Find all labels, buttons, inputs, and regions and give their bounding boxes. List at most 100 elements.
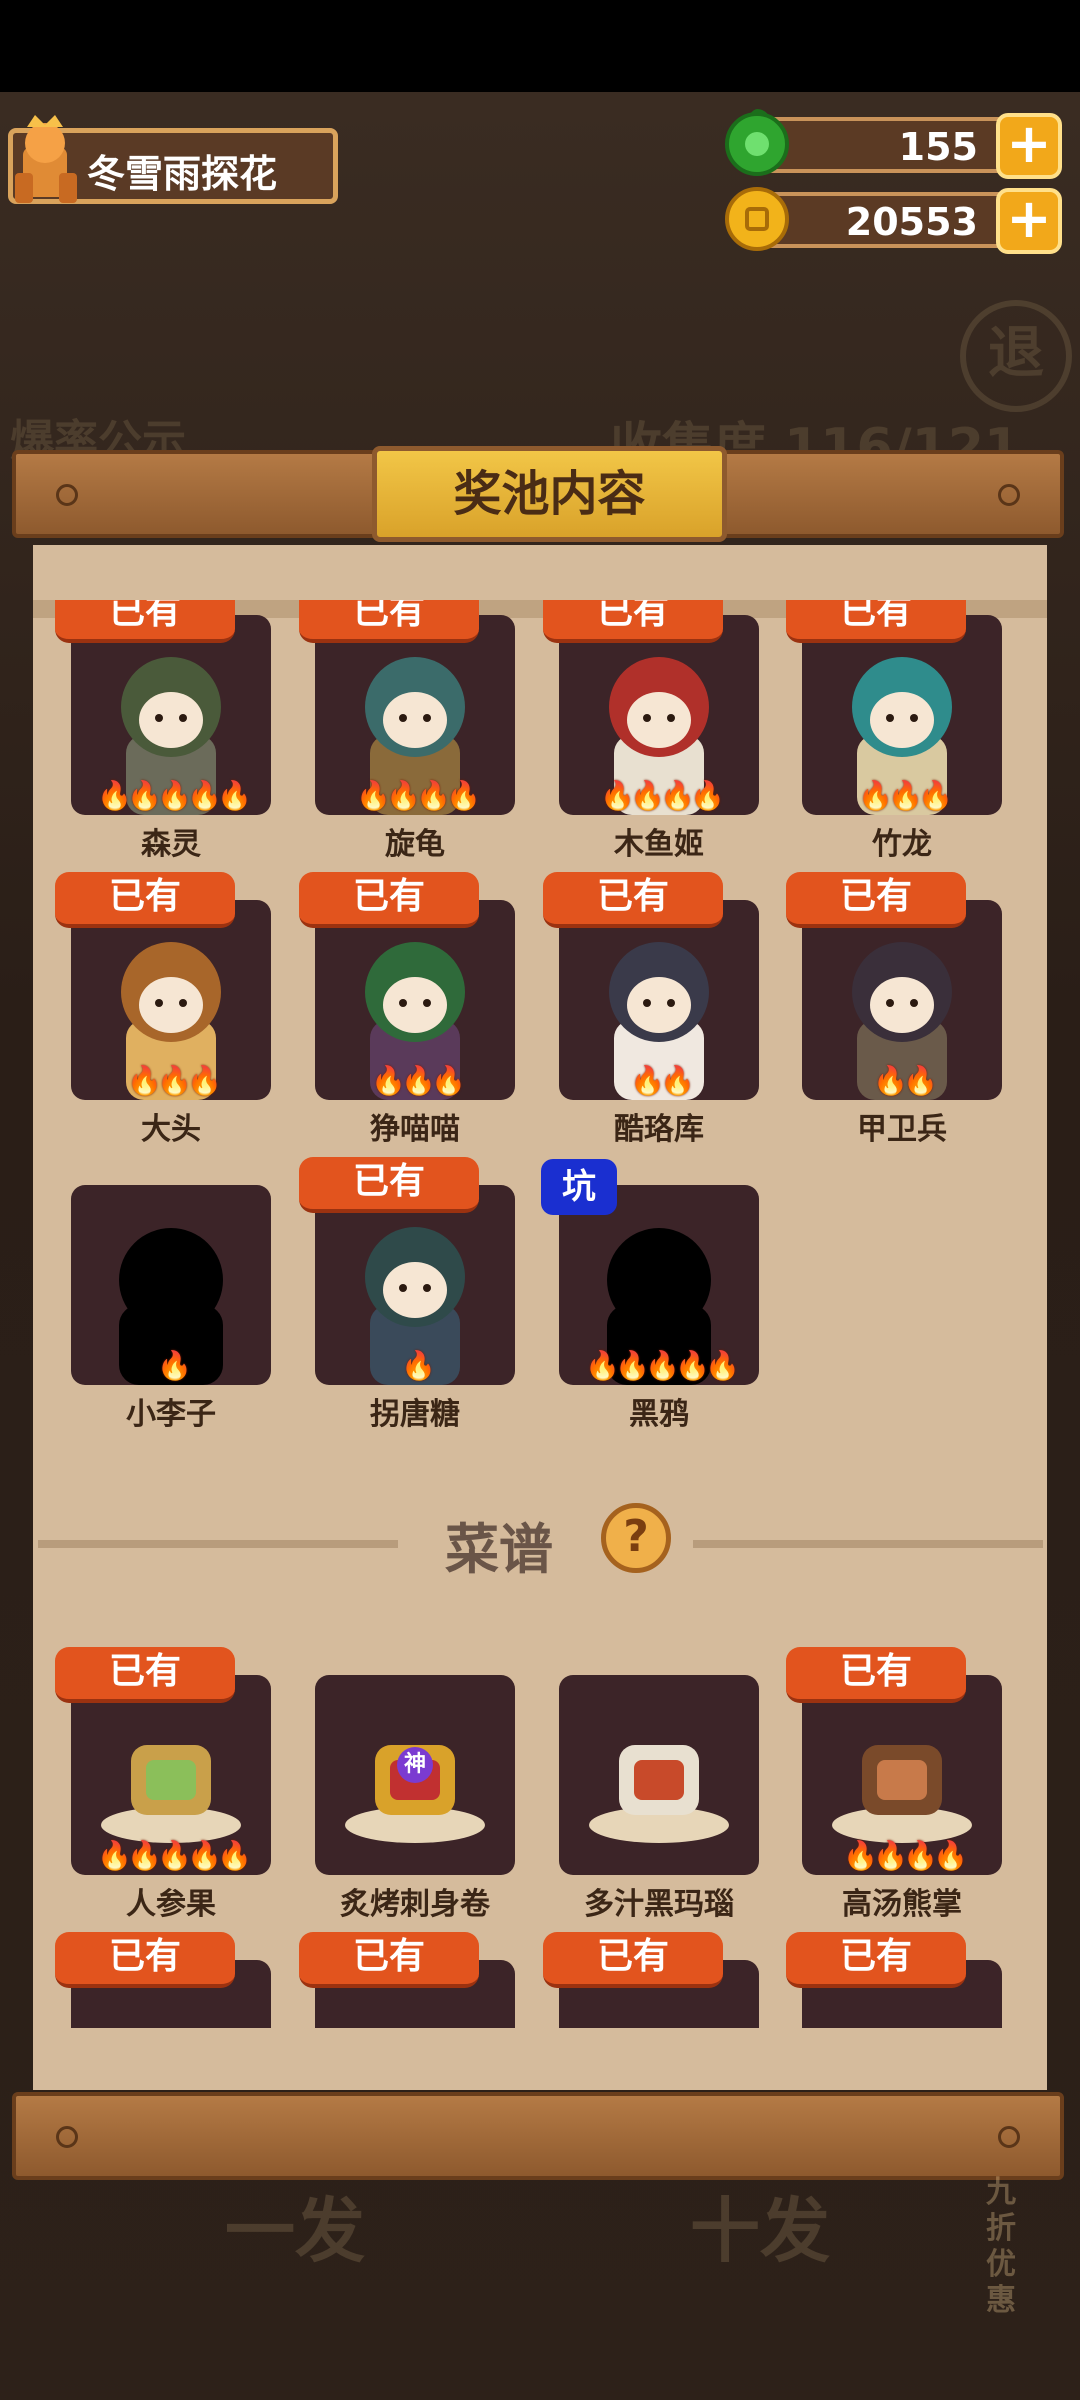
recipe-name: 炙烤刺身卷 xyxy=(340,1887,490,1922)
flame-icon: 🔥 xyxy=(97,779,132,812)
character-portrait: 🔥 xyxy=(71,1185,271,1385)
owned-tag: 已有 xyxy=(299,872,479,928)
gold-coin-icon xyxy=(725,187,789,251)
character-portrait: 🔥🔥🔥🔥🔥 xyxy=(71,615,271,815)
flame-icon: 🔥 xyxy=(416,779,451,812)
nail-icon xyxy=(998,2126,1020,2148)
flame-rating: 🔥🔥🔥🔥🔥 xyxy=(71,1841,271,1871)
flame-rating: 🔥 xyxy=(71,1351,271,1381)
character-portrait: 🔥🔥🔥🔥 xyxy=(315,615,515,815)
flame-rating: 🔥🔥🔥🔥 xyxy=(559,781,759,811)
owned-tag: 已有 xyxy=(299,1157,479,1213)
discount-promo: 九折优惠 xyxy=(986,2175,1016,2318)
draw-ten-button[interactable]: 十发 xyxy=(690,2175,830,2276)
owned-tag: 已有 xyxy=(786,600,966,643)
panel-title: 奖池内容 xyxy=(372,446,727,542)
flame-icon: 🔥 xyxy=(217,1839,252,1872)
flame-rating: 🔥 xyxy=(315,1351,515,1381)
green-jade-icon xyxy=(725,109,789,176)
flame-icon: 🔥 xyxy=(356,779,391,812)
recipes-help-button[interactable]: ? xyxy=(601,1503,671,1573)
flame-icon: 🔥 xyxy=(903,1064,938,1097)
character-portrait: 🔥🔥🔥 xyxy=(802,615,1002,815)
divider-right xyxy=(693,1540,1043,1548)
flame-icon: 🔥 xyxy=(157,1839,192,1872)
jade-counter: 155 + xyxy=(725,109,1062,179)
add-jade-button[interactable]: + xyxy=(996,113,1062,179)
nail-icon xyxy=(56,2126,78,2148)
character-portrait: 🔥🔥 xyxy=(802,900,1002,1100)
flame-icon: 🔥 xyxy=(431,1064,466,1097)
character-name: 狰喵喵 xyxy=(370,1112,460,1147)
flame-icon: 🔥 xyxy=(600,779,635,812)
flame-icon: 🔥 xyxy=(645,1349,680,1382)
prize-list-scroll[interactable]: 🔥🔥🔥🔥🔥 已有 森灵 🔥🔥🔥🔥 已有 旋龟 🔥🔥🔥🔥 已有 木鱼姬 🔥🔥🔥 已有 竹龙 🔥🔥🔥 已有 大头… xyxy=(33,600,1047,2028)
owned-tag: 已有 xyxy=(543,872,723,928)
flame-rating: 🔥🔥🔥 xyxy=(71,1066,271,1096)
character-portrait: 🔥🔥🔥 xyxy=(71,900,271,1100)
owned-tag: 已有 xyxy=(55,1932,235,1988)
flame-icon: 🔥 xyxy=(660,779,695,812)
recipe-name: 高汤熊掌 xyxy=(842,1887,962,1922)
character-name: 竹龙 xyxy=(872,827,932,862)
flame-rating: 🔥🔥🔥🔥 xyxy=(315,781,515,811)
add-coin-button[interactable]: + xyxy=(996,188,1062,254)
divine-badge: 神 xyxy=(397,1747,433,1783)
flame-icon: 🔥 xyxy=(401,1064,436,1097)
jade-value: 155 xyxy=(898,125,978,169)
owned-tag: 已有 xyxy=(786,1932,966,1988)
owned-tag: 已有 xyxy=(786,1647,966,1703)
flame-rating: 🔥🔥 xyxy=(802,1066,1002,1096)
recipes-title: 菜谱 xyxy=(445,1518,553,1581)
flame-icon: 🔥 xyxy=(858,779,893,812)
owned-tag: 已有 xyxy=(299,1932,479,1988)
flame-icon: 🔥 xyxy=(873,1839,908,1872)
character-name: 森灵 xyxy=(141,827,201,862)
recipe-portrait: 🔥🔥🔥🔥🔥 xyxy=(71,1675,271,1875)
character-name: 甲卫兵 xyxy=(857,1112,947,1147)
pit-tag: 坑 xyxy=(541,1159,617,1215)
flame-icon: 🔥 xyxy=(888,779,923,812)
flame-icon: 🔥 xyxy=(371,1064,406,1097)
flame-rating: 🔥🔥🔥🔥🔥 xyxy=(559,1351,759,1381)
divider-left xyxy=(38,1540,398,1548)
character-name: 酷珞库 xyxy=(614,1112,704,1147)
recipe-figure-icon xyxy=(589,1745,729,1843)
flame-icon: 🔥 xyxy=(157,779,192,812)
coin-counter: 20553 + xyxy=(725,187,1062,254)
character-name: 拐唐糖 xyxy=(370,1397,460,1432)
status-bar xyxy=(0,0,1080,92)
flame-rating: 🔥🔥🔥 xyxy=(802,781,1002,811)
flame-icon: 🔥 xyxy=(157,1349,192,1382)
flame-icon: 🔥 xyxy=(705,1349,740,1382)
flame-icon: 🔥 xyxy=(386,779,421,812)
owned-tag: 已有 xyxy=(543,600,723,643)
flame-icon: 🔥 xyxy=(903,1839,938,1872)
character-name: 木鱼姬 xyxy=(614,827,704,862)
coin-value: 20553 xyxy=(845,200,978,244)
flame-icon: 🔥 xyxy=(918,779,953,812)
player-avatar-icon xyxy=(15,115,77,203)
flame-icon: 🔥 xyxy=(127,1064,162,1097)
character-name: 旋龟 xyxy=(385,827,445,862)
character-portrait: 🔥🔥🔥🔥 xyxy=(559,615,759,815)
player-name-badge[interactable]: 冬雪雨探花 xyxy=(8,115,338,204)
draw-once-button[interactable]: 一发 xyxy=(225,2175,365,2276)
character-portrait: 🔥🔥🔥🔥🔥 xyxy=(559,1185,759,1385)
recipe-portrait: 🔥🔥🔥🔥 xyxy=(802,1675,1002,1875)
flame-icon: 🔥 xyxy=(660,1064,695,1097)
character-name: 小李子 xyxy=(126,1397,216,1432)
recipe-name: 人参果 xyxy=(126,1887,216,1922)
character-portrait: 🔥🔥🔥 xyxy=(315,900,515,1100)
flame-icon: 🔥 xyxy=(933,1839,968,1872)
nail-icon xyxy=(56,484,78,506)
flame-icon: 🔥 xyxy=(127,1839,162,1872)
character-name: 黑鸦 xyxy=(629,1397,689,1432)
flame-icon: 🔥 xyxy=(187,779,222,812)
flame-icon: 🔥 xyxy=(127,779,162,812)
exit-button[interactable]: 退 xyxy=(960,300,1072,412)
player-name: 冬雪雨探花 xyxy=(87,152,278,196)
flame-icon: 🔥 xyxy=(630,779,665,812)
flame-icon: 🔥 xyxy=(843,1839,878,1872)
panel-bottom-bar xyxy=(12,2092,1064,2180)
